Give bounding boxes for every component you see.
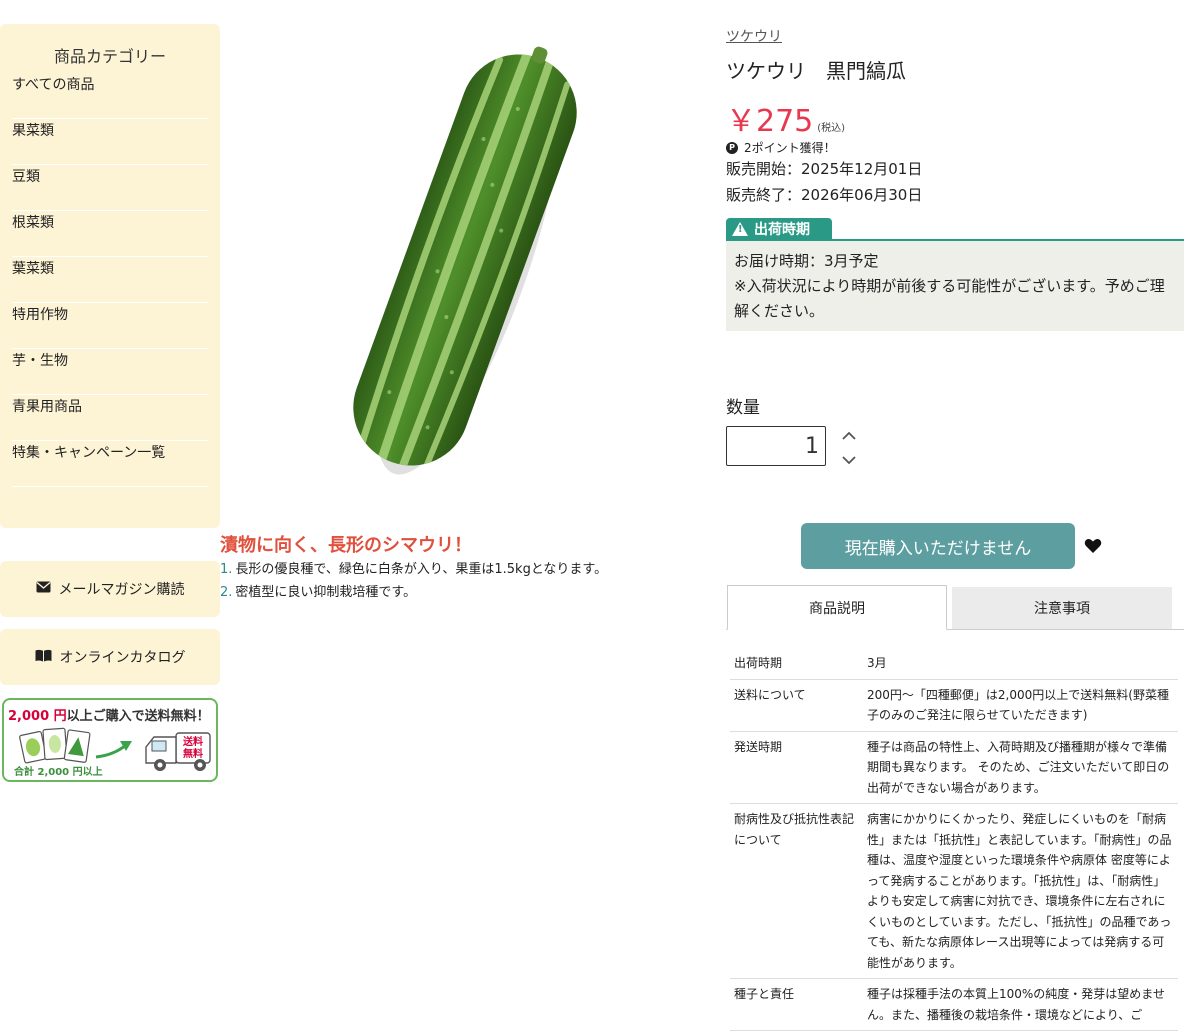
product-title: ツケウリ 黒門縞瓜 <box>726 59 906 83</box>
points-text: 2ポイント獲得！ <box>744 141 836 155</box>
category-item-tubers[interactable]: 芋・生物 <box>12 349 208 395</box>
feature-item: 1. 長形の優良種で、緑色に白条が入り、果重は1.5kgとなります。 <box>220 562 608 577</box>
quantity-stepper[interactable] <box>840 428 858 468</box>
truck-text-2: 無料 <box>183 747 203 760</box>
category-item-produce[interactable]: 青果用商品 <box>12 395 208 441</box>
spec-key: 種子と責任 <box>730 978 863 1031</box>
banner-subtext: 合計 2,000 円以上 <box>14 767 103 778</box>
product-image[interactable] <box>320 32 610 487</box>
spec-value: 200円〜「四種郵便」は2,000円以上で送料無料(野菜種子のみのご発注に限らせ… <box>863 679 1178 732</box>
spec-value: 種子は採種手法の本質上100%の純度・発芽は望めません。また、播種後の栽培条件・… <box>863 978 1178 1031</box>
category-list: すべての商品 果菜類 豆類 根菜類 葉菜類 特用作物 芋・生物 青果用商品 特集… <box>0 73 220 487</box>
heart-icon[interactable] <box>1084 537 1102 555</box>
book-icon <box>35 649 52 666</box>
newsletter-button[interactable]: メールマガジン購読 <box>0 561 220 617</box>
spec-key: 送料について <box>730 679 863 732</box>
category-item-campaigns[interactable]: 特集・キャンペーン一覧 <box>12 441 208 487</box>
sale-end: 販売終了：2026年06月30日 <box>726 186 923 204</box>
product-tabs: 商品説明 注意事項 <box>726 585 1184 630</box>
delivery-period: お届け時期：3月予定 <box>734 252 879 270</box>
quantity-input[interactable] <box>726 426 826 466</box>
truck-text-1: 送料 <box>182 735 203 748</box>
table-row: 出荷時期 3月 <box>730 648 1178 680</box>
table-row: 種子と責任 種子は採種手法の本質上100%の純度・発芽は望めません。また、播種後… <box>730 978 1178 1031</box>
spec-value: 3月 <box>863 648 1178 680</box>
category-item-all[interactable]: すべての商品 <box>12 73 208 119</box>
breadcrumb-link[interactable]: ツケウリ <box>726 26 782 46</box>
chevron-up-icon[interactable] <box>840 428 858 444</box>
table-row: 発送時期 種子は商品の特性上、入荷時期及び播種期が様々で準備期間も異なります。 … <box>730 731 1178 804</box>
category-item-root-vegetables[interactable]: 根菜類 <box>12 211 208 257</box>
newsletter-label: メールマガジン購読 <box>58 582 185 598</box>
category-item-leaf-vegetables[interactable]: 葉菜類 <box>12 257 208 303</box>
tab-description[interactable]: 商品説明 <box>727 585 947 630</box>
shipping-period-tab: 出荷時期 <box>726 218 832 240</box>
quantity-label: 数量 <box>726 398 760 418</box>
banner-text: 以上ご購入で送料無料！ <box>66 709 210 724</box>
spec-key: 出荷時期 <box>730 648 863 680</box>
feature-item: 2. 密植型に良い抑制栽培種です。 <box>220 585 417 600</box>
sale-start: 販売開始：2025年12月01日 <box>726 160 923 178</box>
tax-note: (税込) <box>817 123 846 134</box>
spec-table: 出荷時期 3月 送料について 200円〜「四種郵便」は2,000円以上で送料無料… <box>730 648 1178 1031</box>
delivery-note: ※入荷状況により時期が前後する可能性がございます。予めご理解ください。 <box>734 277 1165 320</box>
product-price: ￥275 (税込) <box>726 96 845 140</box>
sidebar-title: 商品カテゴリー <box>53 47 166 66</box>
banner-amount: 2,000 円 <box>8 709 67 724</box>
category-item-beans[interactable]: 豆類 <box>12 165 208 211</box>
product-tagline: 漬物に向く、長形のシマウリ！ <box>220 535 472 556</box>
banner-headline: 2,000 円以上ご購入で送料無料！ <box>8 705 210 724</box>
shipping-period-label: 出荷時期 <box>754 222 810 238</box>
purchase-button[interactable]: 現在購入いただけません <box>801 523 1075 569</box>
points-info: P 2ポイント獲得！ <box>726 139 836 156</box>
shipping-period-box: お届け時期：3月予定 ※入荷状況により時期が前後する可能性がございます。予めご理… <box>726 239 1184 331</box>
points-icon: P <box>726 141 738 154</box>
online-catalog-label: オンラインカタログ <box>59 650 186 666</box>
spec-key: 耐病性及び抵抗性表記について <box>730 803 863 979</box>
feature-list: 1. 長形の優良種で、緑色に白条が入り、果重は1.5kgとなります。 2. 密植型に… <box>220 560 607 606</box>
spec-value: 病害にかかりにくかったり、発症しにくいものを「耐病性」または「抵抗性」と表記して… <box>863 803 1178 979</box>
tab-notes[interactable]: 注意事項 <box>952 587 1172 629</box>
chevron-down-icon[interactable] <box>840 452 858 468</box>
free-shipping-banner[interactable]: 2,000 円以上ご購入で送料無料！ 送料 無料 合計 2,000 円以上 <box>2 698 218 782</box>
category-item-fruit-vegetables[interactable]: 果菜類 <box>12 119 208 165</box>
spec-value: 種子は商品の特性上、入荷時期及び播種期が様々で準備期間も異なります。 そのため、… <box>863 731 1178 804</box>
category-item-special-crops[interactable]: 特用作物 <box>12 303 208 349</box>
online-catalog-button[interactable]: オンラインカタログ <box>0 629 220 685</box>
price-amount: ￥275 <box>726 104 814 139</box>
table-row: 送料について 200円〜「四種郵便」は2,000円以上で送料無料(野菜種子のみの… <box>730 679 1178 732</box>
envelope-icon <box>36 581 51 597</box>
category-sidebar: 商品カテゴリー すべての商品 果菜類 豆類 根菜類 葉菜類 特用作物 芋・生物 … <box>0 24 220 528</box>
table-row: 耐病性及び抵抗性表記について 病害にかかりにくかったり、発症しにくいものを「耐病… <box>730 803 1178 979</box>
spec-key: 発送時期 <box>730 731 863 804</box>
warning-icon <box>732 222 748 236</box>
